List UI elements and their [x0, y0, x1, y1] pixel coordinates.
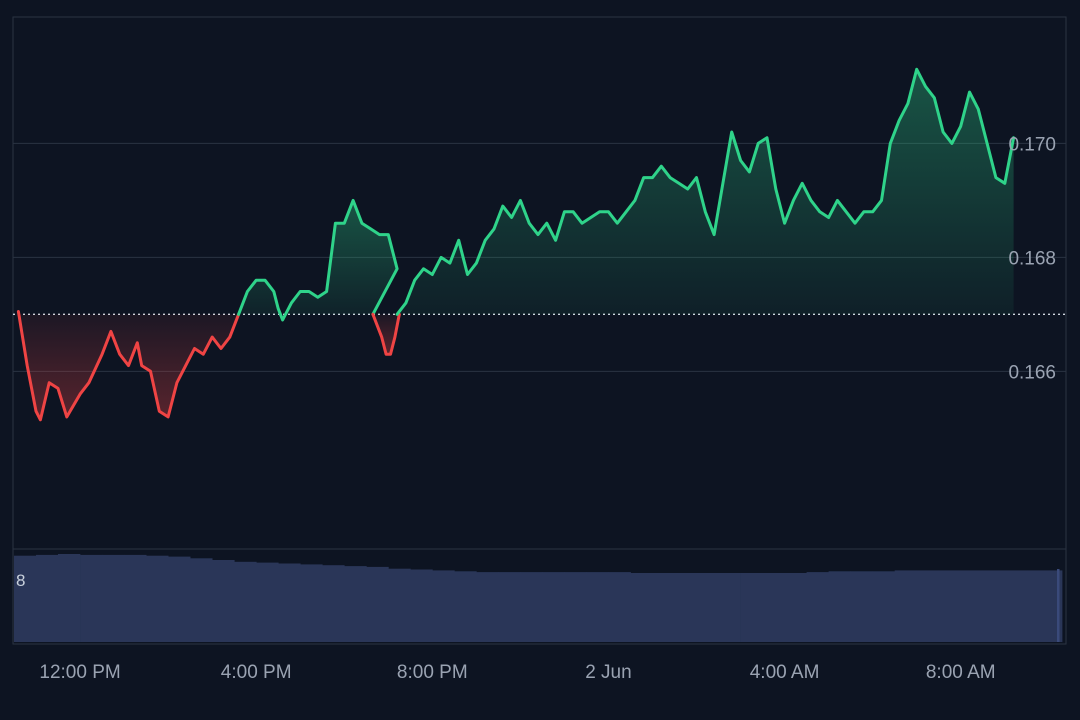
- price-areas: [18, 69, 1014, 420]
- volume-bar: [1048, 570, 1063, 642]
- volume-bars: [14, 554, 1063, 642]
- volume-bar: [586, 572, 609, 642]
- volume-bar: [454, 571, 477, 642]
- volume-bar: [872, 571, 896, 642]
- volume-bar: [80, 554, 103, 642]
- x-tick-label: 4:00 PM: [221, 662, 292, 683]
- volume-bar: [278, 563, 301, 642]
- volume-bar: [894, 570, 918, 642]
- x-tick-label: 2 Jun: [585, 662, 631, 683]
- volume-bar: [564, 572, 587, 642]
- volume-bar: [520, 572, 543, 642]
- volume-bar: [476, 572, 499, 642]
- volume-bar: [806, 572, 829, 642]
- x-tick-label: 12:00 PM: [39, 662, 120, 683]
- volume-bar: [982, 570, 1006, 642]
- y-tick-label: 0.168: [1008, 248, 1056, 269]
- volume-bar: [938, 570, 962, 642]
- volume-bar: [146, 555, 169, 642]
- volume-bar: [784, 573, 807, 642]
- volume-bar: [740, 573, 763, 642]
- volume-bar: [102, 554, 125, 642]
- volume-bar: [916, 570, 940, 642]
- volume-bar: [300, 564, 323, 642]
- price-above-baseline-area: [238, 200, 398, 320]
- volume-bar: [344, 566, 367, 642]
- volume-bar: [674, 573, 697, 642]
- volume-bar: [14, 555, 37, 642]
- volume-bar: [1004, 570, 1028, 642]
- volume-bar: [256, 562, 279, 642]
- volume-bar: [498, 572, 521, 642]
- volume-bar: [190, 558, 213, 642]
- volume-bar: [168, 556, 191, 642]
- volume-bar: [608, 572, 631, 642]
- price-above-baseline-area: [397, 69, 1014, 315]
- price-chart-svg: 8 0.170 0.168 0.166 12:00 PM 4:00 PM 8:00 PM…: [12, 16, 1067, 683]
- volume-bar: [234, 561, 257, 642]
- volume-bar: [36, 554, 59, 642]
- volume-bar: [630, 573, 653, 642]
- volume-bar: [212, 560, 235, 642]
- volume-label: 8: [16, 571, 25, 590]
- volume-bar: [388, 568, 411, 642]
- y-axis-ticks: 0.170 0.168 0.166: [1008, 134, 1056, 383]
- x-tick-label: 4:00 AM: [750, 662, 820, 683]
- x-tick-label: 8:00 AM: [926, 662, 996, 683]
- volume-bar: [1057, 569, 1060, 642]
- volume-bar: [828, 571, 851, 642]
- volume-bar: [366, 566, 389, 642]
- y-tick-label: 0.170: [1008, 134, 1056, 155]
- volume-bar: [124, 554, 147, 642]
- volume-bar: [850, 571, 873, 642]
- price-chart[interactable]: 8 0.170 0.168 0.166 12:00 PM 4:00 PM 8:00 PM…: [0, 0, 1080, 720]
- volume-bar: [410, 569, 433, 642]
- volume-bar: [322, 565, 345, 642]
- volume-bar: [762, 573, 785, 642]
- volume-bar: [696, 573, 719, 642]
- volume-bar: [718, 573, 741, 642]
- volume-bar: [58, 554, 81, 642]
- volume-bar: [542, 572, 565, 642]
- y-tick-label: 0.166: [1008, 362, 1056, 383]
- x-axis-ticks: 12:00 PM 4:00 PM 8:00 PM 2 Jun 4:00 AM 8:00 A…: [39, 662, 995, 683]
- volume-bar: [960, 570, 984, 642]
- volume-bar: [432, 570, 455, 642]
- volume-bar: [1026, 570, 1050, 642]
- volume-bar: [652, 573, 675, 642]
- x-tick-label: 8:00 PM: [397, 662, 468, 683]
